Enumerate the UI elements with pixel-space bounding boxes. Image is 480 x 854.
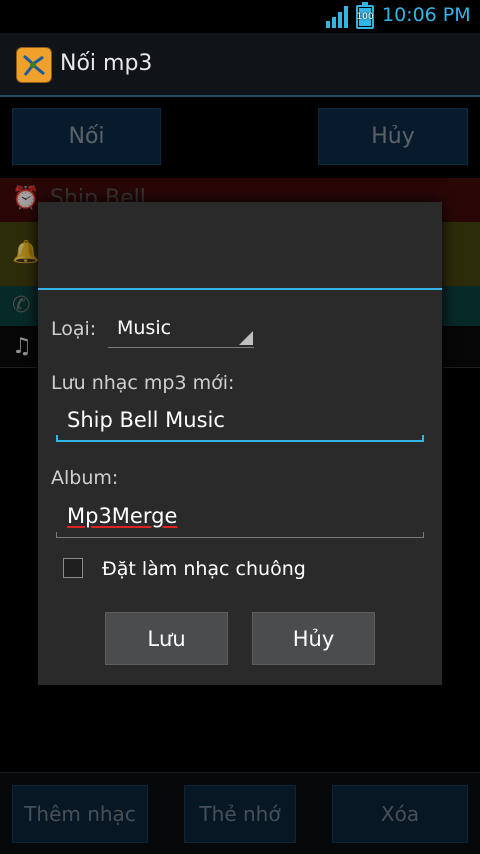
type-spinner-value: Music <box>117 317 172 339</box>
filename-input[interactable]: Ship Bell Music <box>56 402 424 442</box>
dropdown-triangle-icon <box>239 331 253 345</box>
status-bar: 100 10:06 PM <box>0 0 480 33</box>
dialog-title-area <box>38 202 442 290</box>
signal-icon <box>326 6 352 28</box>
album-input-value: Mp3Merge <box>67 504 178 528</box>
ringtone-checkbox[interactable] <box>63 558 83 578</box>
type-label: Loại: <box>51 318 97 340</box>
battery-level: 100 <box>356 12 374 22</box>
action-bar: Nối mp3 <box>0 33 480 97</box>
clock: 10:06 PM <box>382 4 471 26</box>
ringtone-label[interactable]: Đặt làm nhạc chuông <box>102 558 306 580</box>
save-mp3-label: Lưu nhạc mp3 mới: <box>51 372 235 394</box>
filename-input-value: Ship Bell Music <box>67 408 225 432</box>
save-button[interactable]: Lưu <box>105 612 228 665</box>
album-input[interactable]: Mp3Merge <box>56 498 424 538</box>
app-logo-icon <box>16 47 52 83</box>
dialog-divider <box>38 288 442 290</box>
app-title: Nối mp3 <box>60 51 153 76</box>
dialog-cancel-button[interactable]: Hủy <box>252 612 375 665</box>
album-label: Album: <box>51 467 119 489</box>
save-dialog: Loại: Music Lưu nhạc mp3 mới: Ship Bell … <box>38 202 442 685</box>
type-spinner[interactable]: Music <box>108 312 254 348</box>
